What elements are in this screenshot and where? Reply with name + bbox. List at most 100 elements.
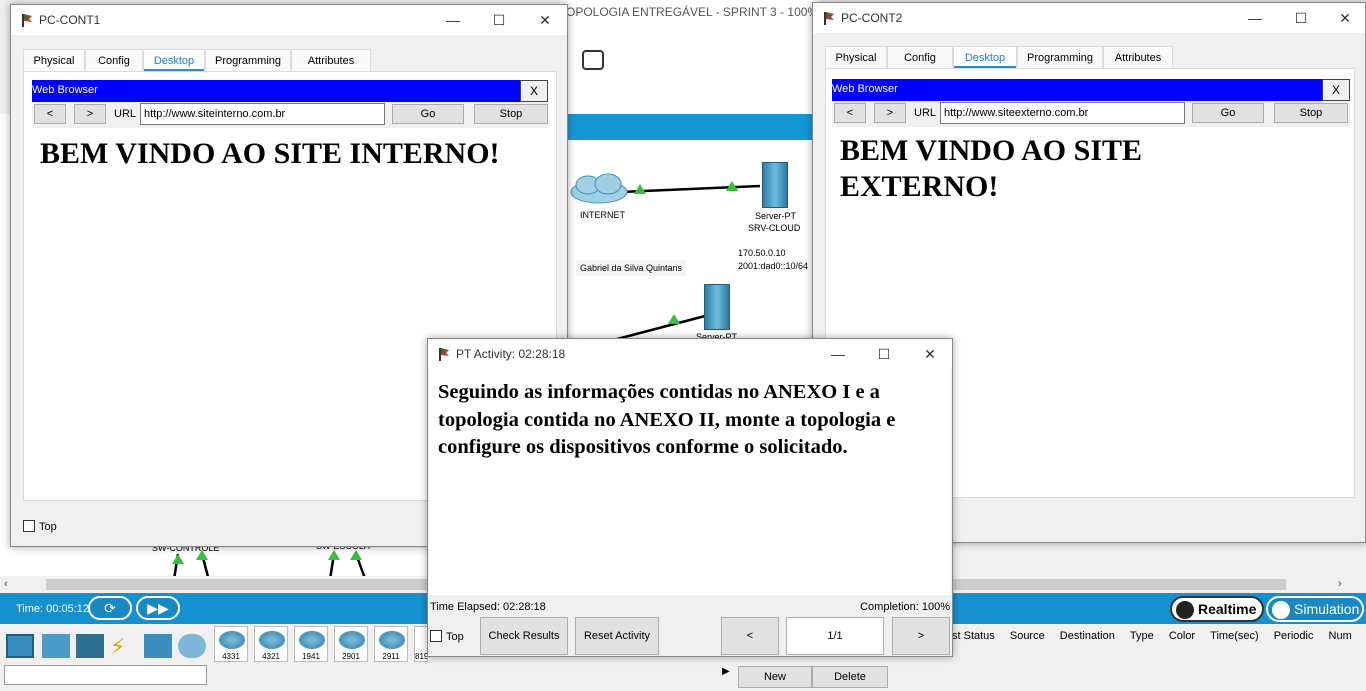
device-tile[interactable]: 1941 <box>294 626 328 662</box>
device-tile[interactable]: 2901 <box>334 626 368 662</box>
page-indicator: 1/1 <box>786 617 884 655</box>
server1-type: Server-PT <box>755 211 797 221</box>
top-checkbox[interactable]: Top <box>430 630 464 643</box>
reset-activity-button[interactable]: Reset Activity <box>575 617 659 655</box>
network-devices-icon[interactable] <box>6 634 34 658</box>
tab-physical[interactable]: Physical <box>825 46 887 68</box>
top-checkbox[interactable]: Top <box>23 520 57 533</box>
topology-note[interactable]: Gabriel da Silva Quintans <box>576 260 687 276</box>
minimize-icon[interactable]: — <box>1237 7 1273 29</box>
go-button[interactable]: Go <box>1192 103 1264 123</box>
tab-attributes[interactable]: Attributes <box>291 49 371 71</box>
device-tile-label: 2911 <box>382 652 400 661</box>
browser-toolbar: < > URL http://www.siteinterno.com.br Go… <box>32 102 548 128</box>
packet-tracer-icon <box>439 348 449 361</box>
back-button[interactable]: < <box>834 103 866 123</box>
device-tile-label: 4331 <box>222 652 240 661</box>
close-icon[interactable]: ✕ <box>1327 7 1363 29</box>
miscellaneous-icon[interactable] <box>144 634 172 658</box>
close-icon[interactable]: ✕ <box>527 9 563 31</box>
column-header: Num <box>1328 630 1352 642</box>
server-icon[interactable] <box>762 162 788 208</box>
stopwatch-icon <box>1272 601 1290 619</box>
minimize-icon[interactable]: — <box>820 343 856 365</box>
tab-programming[interactable]: Programming <box>1017 46 1103 68</box>
device-tile-label: 1941 <box>302 652 320 661</box>
internet-label: INTERNET <box>580 210 625 220</box>
stop-button[interactable]: Stop <box>1274 103 1348 123</box>
go-button[interactable]: Go <box>392 104 464 124</box>
link-status-icon <box>634 184 646 194</box>
device-tile[interactable]: 2911 <box>374 626 408 662</box>
column-header: Type <box>1129 630 1154 642</box>
packet-tracer-icon <box>824 12 834 25</box>
multiuser-icon[interactable] <box>178 634 206 658</box>
browser-close-button[interactable]: X <box>1322 79 1350 101</box>
checkbox-icon[interactable] <box>430 630 442 642</box>
link-status-icon <box>350 550 362 560</box>
vertical-scrollbar[interactable] <box>1350 540 1366 576</box>
realtime-mode-button[interactable]: Realtime <box>1170 596 1264 622</box>
device-search-input[interactable] <box>4 665 207 685</box>
minimize-icon[interactable]: — <box>435 9 471 31</box>
url-label: URL <box>914 107 937 119</box>
stop-button[interactable]: Stop <box>474 104 548 124</box>
server1-ipv4: 170.50.0.10 <box>738 248 786 258</box>
device-tile[interactable]: 4331 <box>214 626 248 662</box>
tab-attributes[interactable]: Attributes <box>1103 46 1173 68</box>
forward-button[interactable]: > <box>74 104 106 124</box>
internet-cloud-icon[interactable] <box>568 172 630 204</box>
maximize-icon[interactable]: ☐ <box>866 343 902 365</box>
tab-desktop[interactable]: Desktop <box>953 46 1017 69</box>
maximize-icon[interactable]: ☐ <box>1283 7 1319 29</box>
tab-desktop[interactable]: Desktop <box>143 49 205 72</box>
top-label: Top <box>39 521 57 533</box>
column-header: Color <box>1168 630 1196 642</box>
delete-pdu-button[interactable]: Delete <box>812 666 888 688</box>
url-input[interactable]: http://www.siteinterno.com.br <box>140 103 385 125</box>
checkbox-icon[interactable] <box>23 520 35 532</box>
column-header: st Status <box>952 630 995 642</box>
server1-name: SRV-CLOUD <box>748 223 801 233</box>
play-icon[interactable]: ▶ <box>722 666 730 677</box>
scroll-left-icon[interactable]: ‹ <box>4 578 8 590</box>
completion: Completion: 100% <box>860 601 950 613</box>
pt-activity-window: PT Activity: 02:28:18 — ☐ ✕ Seguindo as … <box>427 338 953 657</box>
back-button[interactable]: < <box>34 104 66 124</box>
simulation-mode-button[interactable]: Simulation <box>1266 596 1364 622</box>
check-results-button[interactable]: Check Results <box>480 617 568 655</box>
scroll-right-icon[interactable]: › <box>1338 578 1342 590</box>
page-heading: BEM VINDO AO SITE INTERNO! <box>40 137 500 170</box>
forward-button[interactable]: > <box>874 103 906 123</box>
activity-title: PT Activity: 02:28:18 <box>456 347 566 361</box>
connections-icon[interactable]: ⚡ <box>110 634 138 659</box>
close-icon[interactable]: ✕ <box>912 343 948 365</box>
end-devices-icon[interactable] <box>42 634 70 658</box>
tab-config[interactable]: Config <box>85 49 143 71</box>
link-status-icon <box>726 181 738 191</box>
column-header: Source <box>1009 630 1045 642</box>
main-window-title: OPOLOGIA ENTREGÁVEL - SPRINT 3 - 100%.pk <box>560 0 820 28</box>
tab-programming[interactable]: Programming <box>205 49 291 71</box>
clock-icon <box>1176 601 1194 619</box>
device-tile[interactable]: 4321 <box>254 626 288 662</box>
device-tile-label: 2901 <box>342 652 360 661</box>
new-pdu-button[interactable]: New <box>738 666 812 688</box>
browser-close-button[interactable]: X <box>520 80 548 102</box>
pdu-list-headers: st Status Source Destination Type Color … <box>952 630 1366 642</box>
device-tile[interactable]: 819 <box>414 626 428 662</box>
url-input[interactable]: http://www.siteexterno.com.br <box>940 102 1185 124</box>
url-label: URL <box>114 108 137 120</box>
fast-forward-button[interactable]: ▶▶ <box>136 596 180 620</box>
tab-physical[interactable]: Physical <box>23 49 85 71</box>
reset-time-button[interactable]: ⟳ <box>88 596 132 620</box>
cloud-toolbar-icon[interactable] <box>582 50 604 70</box>
components-icon[interactable] <box>76 634 104 658</box>
server-icon[interactable] <box>704 284 730 330</box>
pc-cont1-titlebar: PC-CONT1 — ☐ ✕ <box>11 5 567 35</box>
next-page-button[interactable]: > <box>892 617 950 655</box>
previous-page-button[interactable]: < <box>721 617 779 655</box>
maximize-icon[interactable]: ☐ <box>481 9 517 31</box>
pc-cont2-titlebar: PC-CONT2 — ☐ ✕ <box>813 3 1365 33</box>
tab-config[interactable]: Config <box>887 46 953 68</box>
